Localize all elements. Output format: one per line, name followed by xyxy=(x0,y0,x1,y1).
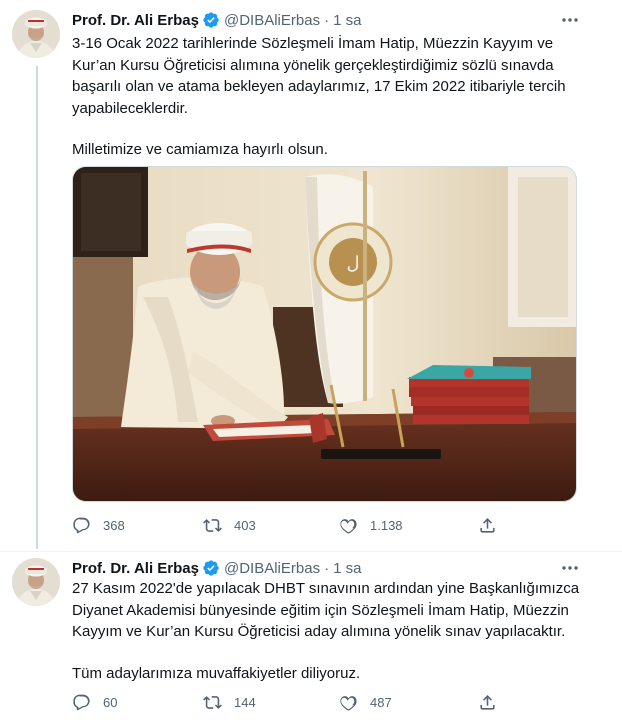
tweet-text-line: Tüm adaylarımıza muvaffakiyetler diliyor… xyxy=(72,664,361,682)
share-button[interactable] xyxy=(478,515,497,535)
header-separator: · xyxy=(324,11,330,29)
reply-count: 368 xyxy=(103,517,125,533)
retweet-button[interactable]: 144 xyxy=(203,692,256,712)
tweet-2-actions: 60 144 487 xyxy=(72,692,572,712)
tweet-text-line: Milletimize ve camiamıza hayırlı olsun. xyxy=(72,141,328,158)
tweet-text-line: 3-16 Ocak 2022 tarihlerinde Sözleşmeli İ… xyxy=(72,35,554,52)
avatar[interactable] xyxy=(12,558,60,606)
author-handle[interactable]: @DIBAliErbas xyxy=(224,12,320,29)
tweet-text-line: Kayyım ve Kur’an Kursu Öğreticisi aday a… xyxy=(72,623,566,640)
retweet-count: 144 xyxy=(234,694,256,710)
like-count: 487 xyxy=(370,694,392,710)
avatar-portrait-icon xyxy=(12,10,60,58)
like-count: 1.138 xyxy=(370,517,403,533)
share-icon xyxy=(480,517,495,533)
heart-icon xyxy=(340,695,357,711)
author-name[interactable]: Prof. Dr. Ali Erbaş xyxy=(72,12,199,29)
like-button[interactable]: 1.138 xyxy=(339,515,403,535)
heart-icon xyxy=(340,518,357,534)
tweet-timestamp[interactable]: 1 sa xyxy=(333,12,361,29)
photo-illustration: ﻝ xyxy=(73,167,576,501)
author-name[interactable]: Prof. Dr. Ali Erbaş xyxy=(72,560,199,577)
tweet-text-line: Kur’an Kursu Öğreticisi alımına yönelik … xyxy=(72,56,554,74)
tweet-text: 3-16 Ocak 2022 tarihlerinde Sözleşmeli İ… xyxy=(72,33,592,161)
tweet-photo[interactable]: ﻝ xyxy=(72,166,577,502)
share-button[interactable] xyxy=(478,692,497,712)
retweet-icon xyxy=(203,695,222,709)
tweet-actions: 368 403 1.138 xyxy=(72,515,572,535)
tweet-2-text: 27 Kasım 2022'de yapılacak DHBT sınavını… xyxy=(72,578,592,684)
more-dots-icon[interactable] xyxy=(560,12,580,28)
reply-count: 60 xyxy=(103,694,118,710)
avatar[interactable] xyxy=(12,10,60,58)
tweet-header: Prof. Dr. Ali Erbaş @DIBAliErbas · 1 sa xyxy=(72,558,361,578)
more-dots-icon[interactable] xyxy=(560,560,580,576)
like-button[interactable]: 487 xyxy=(339,692,392,712)
retweet-icon xyxy=(203,518,222,532)
verified-badge-icon xyxy=(202,559,220,577)
retweet-button[interactable]: 403 xyxy=(203,515,256,535)
tweet-text-line: yapabileceklerdir. xyxy=(72,99,188,117)
tweet-1[interactable]: Prof. Dr. Ali Erbaş @DIBAliErbas · 1 sa … xyxy=(0,0,622,552)
author-handle[interactable]: @DIBAliErbas xyxy=(224,560,320,577)
reply-icon xyxy=(73,694,90,710)
tweet-header: Prof. Dr. Ali Erbaş @DIBAliErbas · 1 sa xyxy=(72,10,361,30)
tweet-text-line: 27 Kasım 2022'de yapılacak DHBT sınavını… xyxy=(72,580,580,597)
reply-button[interactable]: 60 xyxy=(72,692,117,712)
retweet-count: 403 xyxy=(234,517,256,533)
share-icon xyxy=(480,694,495,710)
reply-icon xyxy=(73,517,90,533)
header-separator: · xyxy=(324,559,330,577)
verified-badge-icon xyxy=(202,11,220,29)
avatar-portrait-icon xyxy=(12,558,60,606)
tweet-timestamp[interactable]: 1 sa xyxy=(333,560,361,577)
reply-button[interactable]: 368 xyxy=(72,515,125,535)
tweet-text-line: başarılı olan ve atama bekleyen adayları… xyxy=(72,78,566,95)
svg-text:ﻝ: ﻝ xyxy=(346,253,359,274)
tweet-text-line: Diyanet Akademisi bünyesinde eğitim için… xyxy=(72,601,569,619)
